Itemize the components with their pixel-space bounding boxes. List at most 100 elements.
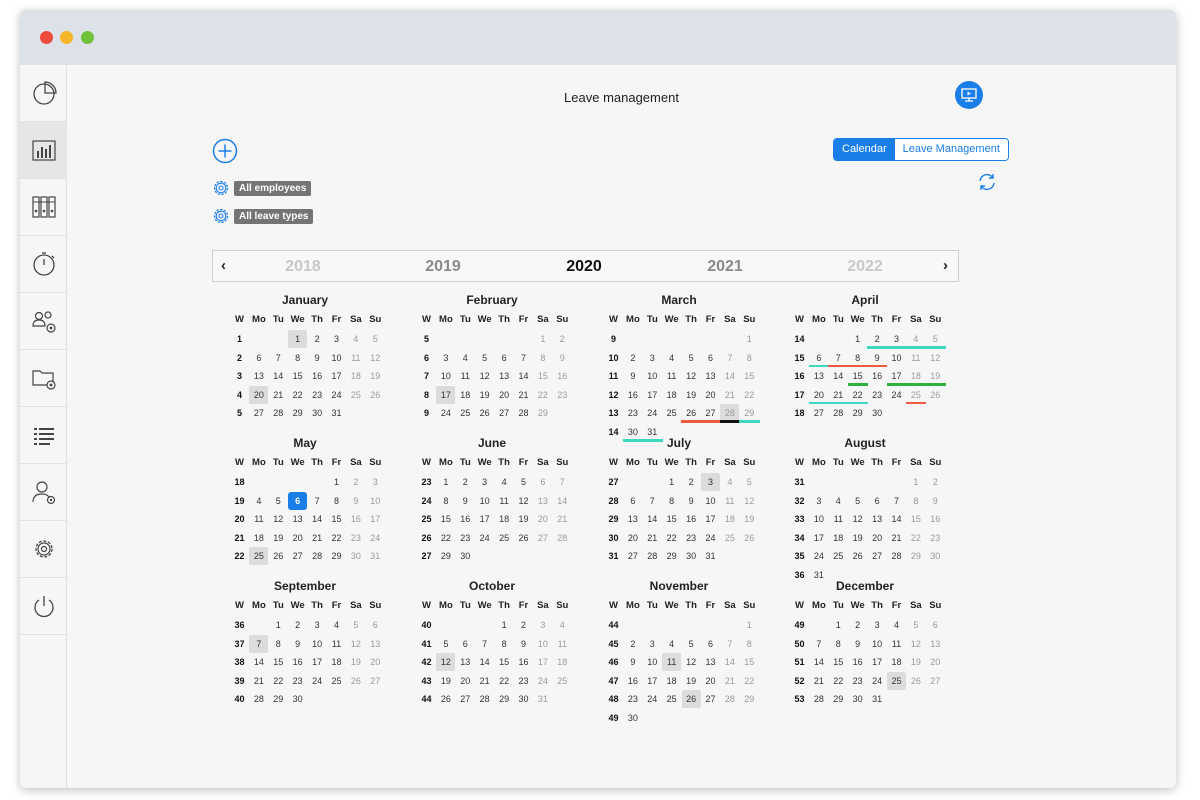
- day-cell[interactable]: 1: [269, 616, 288, 634]
- day-cell[interactable]: 1: [906, 473, 925, 491]
- day-cell[interactable]: 21: [643, 529, 662, 547]
- day-cell[interactable]: 27: [495, 404, 514, 422]
- day-cell[interactable]: 21: [720, 386, 739, 404]
- day-cell[interactable]: 4: [495, 473, 514, 491]
- day-cell[interactable]: 12: [346, 635, 365, 653]
- day-cell[interactable]: 11: [720, 492, 739, 510]
- day-cell[interactable]: 8: [327, 492, 346, 510]
- day-cell[interactable]: 6: [701, 635, 720, 653]
- day-cell[interactable]: 5: [740, 473, 759, 491]
- day-cell[interactable]: 23: [456, 529, 475, 547]
- day-cell[interactable]: 2: [848, 616, 867, 634]
- day-cell[interactable]: 6: [456, 635, 475, 653]
- day-cell[interactable]: 9: [514, 635, 533, 653]
- day-cell[interactable]: 24: [643, 404, 662, 422]
- day-cell[interactable]: 7: [809, 635, 828, 653]
- day-cell[interactable]: 28: [308, 547, 327, 565]
- day-cell[interactable]: 2: [514, 616, 533, 634]
- day-cell[interactable]: 11: [662, 367, 681, 385]
- day-cell[interactable]: 12: [740, 492, 759, 510]
- day-cell[interactable]: 19: [740, 510, 759, 528]
- day-cell[interactable]: 20: [495, 386, 514, 404]
- day-cell[interactable]: 22: [327, 529, 346, 547]
- day-cell[interactable]: 21: [308, 529, 327, 547]
- day-cell[interactable]: 11: [327, 635, 346, 653]
- day-cell[interactable]: 11: [906, 349, 925, 367]
- day-cell[interactable]: 6: [701, 349, 720, 367]
- day-cell[interactable]: 24: [533, 672, 552, 690]
- day-cell[interactable]: 2: [308, 330, 327, 348]
- day-cell[interactable]: 27: [868, 547, 887, 565]
- leave-marker[interactable]: [925, 383, 946, 386]
- day-cell[interactable]: 10: [436, 367, 455, 385]
- day-cell[interactable]: 30: [514, 690, 533, 708]
- day-cell[interactable]: 25: [829, 547, 848, 565]
- day-cell[interactable]: 7: [249, 634, 269, 653]
- day-cell[interactable]: 10: [643, 367, 662, 385]
- day-cell[interactable]: 31: [868, 690, 887, 708]
- day-cell[interactable]: 1: [829, 616, 848, 634]
- day-cell[interactable]: 21: [269, 386, 288, 404]
- day-cell[interactable]: 1: [740, 330, 759, 348]
- day-cell[interactable]: 11: [662, 653, 682, 672]
- day-cell[interactable]: 30: [868, 404, 887, 422]
- day-cell[interactable]: 26: [906, 672, 925, 690]
- day-cell[interactable]: 9: [456, 492, 475, 510]
- day-cell[interactable]: 9: [848, 635, 867, 653]
- leave-marker[interactable]: [925, 346, 946, 349]
- day-cell[interactable]: 23: [288, 672, 307, 690]
- sidebar-item-lists[interactable]: [20, 407, 67, 464]
- day-cell[interactable]: 13: [809, 367, 828, 385]
- today-cell[interactable]: 6: [288, 491, 308, 510]
- day-cell[interactable]: 24: [809, 547, 828, 565]
- day-cell[interactable]: 15: [533, 367, 552, 385]
- day-cell[interactable]: 6: [495, 349, 514, 367]
- previous-year-button[interactable]: ‹: [221, 257, 226, 274]
- day-cell[interactable]: 23: [623, 690, 642, 708]
- day-cell[interactable]: 17: [475, 510, 494, 528]
- close-window-button[interactable]: [40, 31, 53, 44]
- day-cell[interactable]: 20: [926, 653, 945, 671]
- day-cell[interactable]: 13: [701, 653, 720, 671]
- leave-marker[interactable]: [808, 364, 830, 368]
- day-cell[interactable]: 23: [346, 529, 365, 547]
- day-cell[interactable]: 14: [887, 510, 906, 528]
- day-cell[interactable]: 10: [475, 492, 494, 510]
- day-cell[interactable]: 16: [514, 653, 533, 671]
- day-cell[interactable]: 16: [288, 653, 307, 671]
- day-cell[interactable]: 9: [288, 635, 307, 653]
- day-cell[interactable]: 10: [308, 635, 327, 653]
- leave-marker[interactable]: [719, 420, 741, 423]
- day-cell[interactable]: 26: [366, 386, 385, 404]
- day-cell[interactable]: 7: [514, 349, 533, 367]
- day-cell[interactable]: 13: [366, 635, 385, 653]
- day-cell[interactable]: 18: [662, 672, 681, 690]
- day-cell[interactable]: 3: [366, 473, 385, 491]
- day-cell[interactable]: 13: [623, 510, 642, 528]
- day-cell[interactable]: 28: [887, 547, 906, 565]
- day-cell[interactable]: 5: [346, 616, 365, 634]
- day-cell[interactable]: 30: [682, 547, 701, 565]
- day-cell[interactable]: 17: [809, 529, 828, 547]
- sidebar-item-documents[interactable]: [20, 350, 67, 407]
- day-cell[interactable]: 24: [436, 404, 455, 422]
- day-cell[interactable]: 11: [346, 349, 365, 367]
- day-cell[interactable]: 28: [475, 690, 494, 708]
- day-cell[interactable]: 30: [623, 709, 642, 727]
- day-cell[interactable]: 24: [366, 529, 385, 547]
- day-cell[interactable]: 16: [926, 510, 945, 528]
- day-cell[interactable]: 3: [436, 349, 455, 367]
- day-cell[interactable]: 27: [926, 672, 945, 690]
- day-cell[interactable]: 5: [682, 349, 701, 367]
- day-cell[interactable]: 4: [720, 473, 739, 491]
- day-cell[interactable]: 22: [436, 529, 455, 547]
- day-cell[interactable]: 6: [366, 616, 385, 634]
- day-cell[interactable]: 2: [926, 473, 945, 491]
- day-cell[interactable]: 19: [514, 510, 533, 528]
- day-cell[interactable]: 26: [740, 529, 759, 547]
- day-cell[interactable]: 5: [514, 473, 533, 491]
- day-cell[interactable]: 28: [514, 404, 533, 422]
- day-cell[interactable]: 22: [740, 386, 759, 404]
- day-cell[interactable]: 10: [868, 635, 887, 653]
- day-cell[interactable]: 10: [533, 635, 552, 653]
